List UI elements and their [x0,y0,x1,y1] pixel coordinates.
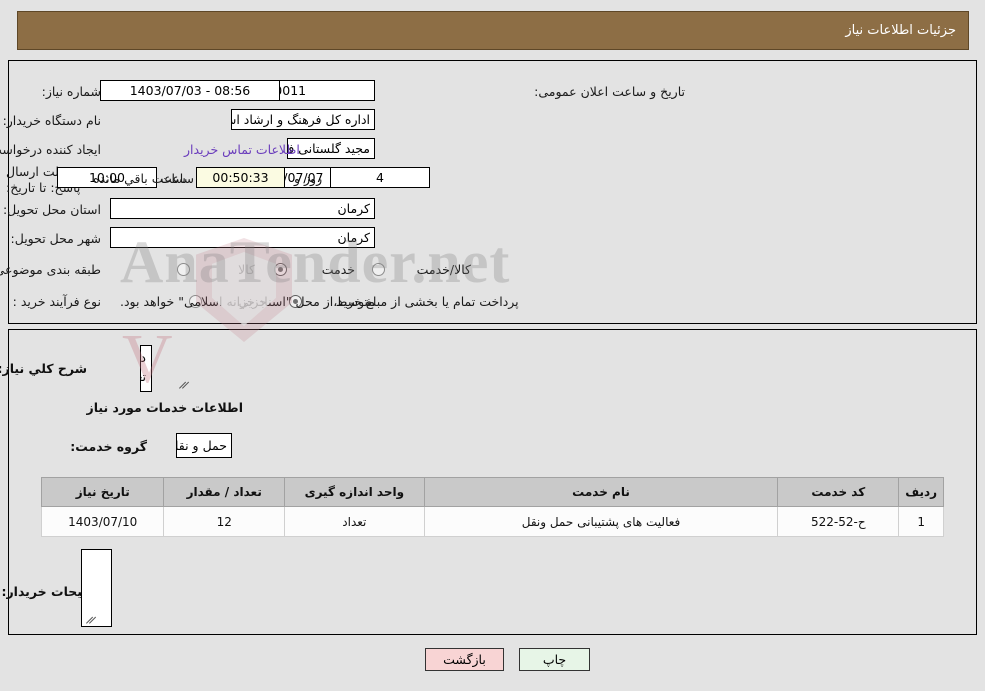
column-header-quantity: تعداد / مقدار [163,477,285,507]
need-number-label: شماره نیاز: [41,84,101,99]
creator-label: ایجاد کننده درخواست: [0,142,101,157]
cell-need-date: 1403/07/10 [40,506,165,537]
remaining-timer-field: 00:50:33 [196,167,285,188]
category-option-goods-service: کالا/خدمت [416,262,471,277]
category-option-goods: کالا [238,262,255,277]
radio-category-goods-service[interactable] [372,263,385,276]
page-header: جزئیات اطلاعات نیاز [17,11,969,50]
column-header-index: ردیف [898,477,944,507]
radio-category-goods[interactable] [177,263,190,276]
cell-name: فعالیت های پشتیبانی حمل ونقل [423,506,779,537]
category-option-service: خدمت [321,262,355,277]
province-label: استان محل تحویل: [2,202,101,217]
buyer-org-field: اداره کل فرهنگ و ارشاد اسلامی استان کرما… [231,109,375,130]
service-group-label: گروه خدمت: [70,439,147,454]
days-label: روز و [294,171,323,186]
column-header-code: کد خدمت [777,477,900,507]
announce-datetime-field: 08:56 - 1403/07/03 [100,80,280,101]
table-header-row: ردیف کد خدمت نام خدمت واحد اندازه گیری ت… [40,477,944,507]
province-field: کرمان [110,198,375,219]
cell-code: ح-52-522 [777,506,900,537]
back-button[interactable]: بازگشت [425,648,504,671]
city-field: کرمان [110,227,375,248]
cell-index: 1 [898,506,944,537]
page-root: جزئیات اطلاعات نیاز V AnaTender.net شمار… [0,0,985,691]
category-label: طبقه بندی موضوعی: [0,262,101,277]
process-note: پرداخت تمام یا بخشی از مبلغ خرید،از محل … [120,294,519,309]
column-header-need-date: تاریخ نیاز [40,477,165,507]
services-table: ردیف کد خدمت نام خدمت واحد اندازه گیری ت… [40,477,944,537]
buyer-org-label: نام دستگاه خریدار: [2,113,101,128]
table-row: 1 ح-52-522 فعالیت های پشتیبانی حمل ونقل … [40,506,944,537]
service-group-field: حمل و نقل و انبارداری [176,433,232,458]
cell-quantity: 12 [163,506,285,537]
creator-field: مجید گلستانی فرد مسئول امور عمومی اداره … [287,138,375,159]
description-label: شرح کلي نیاز: [0,361,87,376]
column-header-unit: واحد اندازه گیری [283,477,425,507]
page-title: جزئیات اطلاعات نیاز [845,23,956,38]
remaining-label: ساعت باقي مانده [93,171,186,186]
column-header-name: نام خدمت [423,477,779,507]
process-label: نوع فرآیند خرید : [12,294,101,309]
buyer-notes-textarea[interactable] [81,549,112,627]
buyer-contact-link[interactable]: اطلاعات تماس خریدار [184,142,300,157]
remaining-days-field: 4 [330,167,430,188]
radio-category-service[interactable] [274,263,287,276]
description-textarea[interactable]: درخواست تعداد 12 دستگاه خودرو مدل بالا (… [140,345,152,392]
print-button[interactable]: چاپ [519,648,590,671]
announce-label: تاریخ و ساعت اعلان عمومی: [534,84,685,99]
city-label: شهر محل تحویل: [10,231,101,246]
services-section-title: اطلاعات خدمات مورد نیاز [86,400,244,415]
cell-unit: تعداد [283,506,425,537]
